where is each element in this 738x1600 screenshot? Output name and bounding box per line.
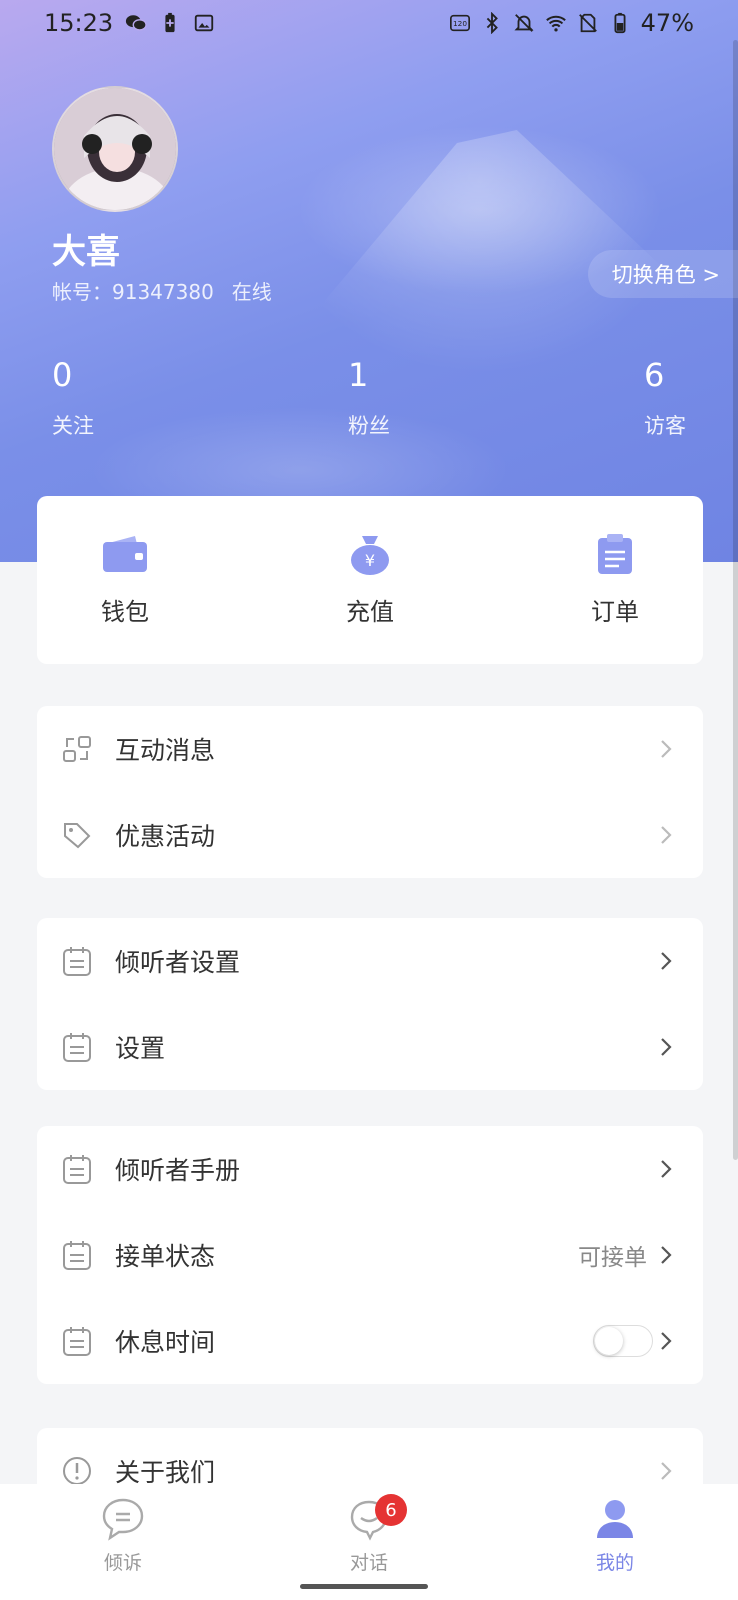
stat-following-value: 0 — [52, 356, 73, 394]
image-icon — [195, 14, 214, 32]
menu-item-rest-time[interactable]: 休息时间 — [37, 1298, 703, 1384]
status-bar: 15:23 120 47% — [0, 0, 738, 46]
stat-visitors-value: 6 — [644, 356, 665, 394]
stat-visitors-label: 访客 — [644, 414, 686, 438]
battery-saver-icon — [165, 12, 175, 33]
interaction-icon — [61, 733, 93, 765]
chevron-right-icon — [661, 952, 672, 970]
tab-label: 倾诉 — [103, 1552, 142, 1574]
stat-fans-label: 粉丝 — [348, 414, 390, 438]
refresh-rate-icon: 120 — [449, 14, 470, 32]
wallet-icon — [103, 536, 147, 572]
account-id: 帐号：91347380 — [52, 280, 214, 304]
stat-fans-value: 1 — [348, 356, 369, 394]
scrollbar[interactable] — [733, 40, 738, 1160]
chevron-right-icon — [661, 1332, 672, 1350]
menu-item-interaction-messages[interactable]: 互动消息 — [37, 706, 703, 792]
calendar-icon — [61, 1325, 93, 1357]
chevron-right-icon — [661, 1160, 672, 1178]
bluetooth-icon — [486, 12, 498, 34]
stat-following-label: 关注 — [52, 414, 94, 438]
stat-following[interactable]: 0 关注 — [52, 356, 94, 440]
tab-label: 我的 — [595, 1552, 634, 1574]
avatar-image — [54, 88, 176, 210]
menu-item-settings[interactable]: 设置 — [37, 1004, 703, 1090]
stats-row: 0 关注 1 粉丝 6 访客 — [52, 356, 686, 440]
calendar-icon — [61, 1031, 93, 1063]
menu-item-label: 倾听者手册 — [115, 1156, 241, 1185]
chevron-right-icon — [661, 1462, 672, 1480]
menu-item-listener-handbook[interactable]: 倾听者手册 — [37, 1126, 703, 1212]
stat-visitors[interactable]: 6 访客 — [644, 356, 686, 440]
no-sim-icon — [578, 13, 597, 33]
money-bag-icon: ¥ — [351, 536, 389, 575]
mute-icon — [514, 14, 534, 32]
account-info: 帐号：91347380 在线 — [52, 276, 272, 305]
unread-badge: 6 — [375, 1494, 407, 1526]
avatar[interactable] — [52, 86, 178, 212]
menu-item-label: 接单状态 — [115, 1242, 216, 1271]
menu-group-listener: 倾听者手册 接单状态 可接单 休息时间 — [37, 1126, 703, 1384]
status-time: 15:23 — [44, 9, 114, 37]
person-icon — [597, 1500, 633, 1538]
recharge-button[interactable]: ¥ 充值 — [330, 532, 410, 664]
menu-item-label: 休息时间 — [115, 1328, 216, 1357]
menu-item-label: 设置 — [115, 1034, 166, 1063]
clipboard-icon — [598, 534, 632, 574]
chevron-right-icon — [661, 1246, 672, 1264]
recharge-label: 充值 — [346, 598, 394, 626]
menu-item-promotions[interactable]: 优惠活动 — [37, 792, 703, 878]
wallet-label: 钱包 — [101, 598, 149, 626]
wallet-button[interactable]: 钱包 — [85, 532, 165, 664]
menu-group-settings: 倾听者设置 设置 — [37, 918, 703, 1090]
wifi-icon — [545, 15, 566, 32]
menu-item-order-status[interactable]: 接单状态 可接单 — [37, 1212, 703, 1298]
calendar-icon — [61, 1239, 93, 1271]
battery-percent: 47% — [640, 9, 694, 37]
home-indicator[interactable] — [300, 1584, 428, 1589]
svg-text:¥: ¥ — [365, 551, 375, 570]
menu-item-label: 优惠活动 — [115, 822, 216, 851]
chevron-right-icon — [661, 826, 672, 844]
wechat-icon — [126, 15, 147, 31]
orders-button[interactable]: 订单 — [575, 532, 655, 664]
orders-label: 订单 — [591, 598, 639, 626]
calendar-icon — [61, 945, 93, 977]
quick-actions-card: 钱包 ¥ 充值 订单 — [37, 496, 703, 664]
chevron-right-icon — [661, 740, 672, 758]
menu-group-messages: 互动消息 优惠活动 — [37, 706, 703, 878]
tab-confide[interactable]: 倾诉 — [63, 1496, 183, 1600]
chat-bubble-icon — [102, 1498, 144, 1541]
info-icon — [61, 1455, 93, 1487]
calendar-icon — [61, 1153, 93, 1185]
chevron-right-icon — [661, 1038, 672, 1056]
bottom-tab-bar: 倾诉 6 对话 我的 — [0, 1484, 738, 1600]
rest-time-toggle[interactable] — [593, 1325, 653, 1357]
svg-text:120: 120 — [453, 19, 467, 28]
switch-role-label: 切换角色 > — [611, 263, 720, 287]
online-status: 在线 — [231, 280, 272, 304]
tag-icon — [61, 819, 93, 851]
menu-item-label: 互动消息 — [115, 736, 216, 765]
battery-icon — [614, 12, 626, 34]
stat-fans[interactable]: 1 粉丝 — [348, 356, 390, 440]
menu-item-listener-settings[interactable]: 倾听者设置 — [37, 918, 703, 1004]
tab-mine[interactable]: 我的 — [555, 1496, 675, 1600]
order-status-value: 可接单 — [578, 1245, 647, 1271]
menu-item-label: 倾听者设置 — [115, 948, 241, 977]
toggle-knob — [595, 1327, 623, 1355]
tab-label: 对话 — [349, 1552, 388, 1574]
switch-role-button[interactable]: 切换角色 > — [587, 250, 738, 298]
user-name: 大喜 — [52, 232, 120, 272]
